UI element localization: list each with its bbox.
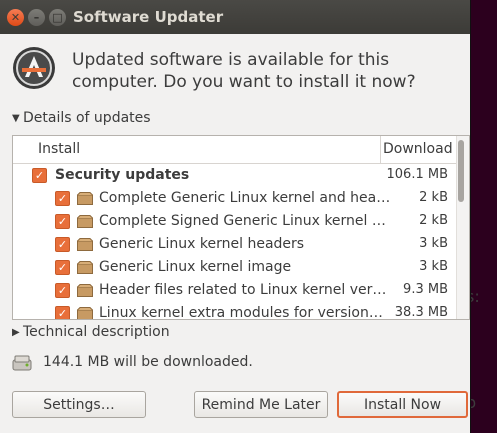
update-checkbox[interactable]: ✓ [55, 260, 70, 275]
list-header: Install Download [13, 136, 456, 164]
group-size: 106.1 MB [386, 167, 448, 182]
update-checkbox[interactable]: ✓ [55, 214, 70, 229]
technical-expander-label: Technical description [23, 324, 170, 340]
close-icon[interactable]: ✕ [7, 9, 24, 26]
package-icon [77, 215, 93, 228]
details-expander[interactable]: ▼ Details of updates [12, 110, 151, 126]
scrollbar-thumb[interactable] [458, 140, 464, 202]
settings-button[interactable]: Settings… [12, 391, 146, 418]
update-name: Complete Signed Generic Linux kernel … [99, 213, 386, 229]
update-row[interactable]: ✓ Linux kernel extra modules for version… [13, 302, 456, 320]
update-name: Generic Linux kernel headers [99, 236, 305, 252]
update-name: Header files related to Linux kernel ver… [99, 282, 387, 298]
update-row[interactable]: ✓ Generic Linux kernel headers 3 kB [13, 233, 456, 256]
update-row[interactable]: ✓ Complete Signed Generic Linux kernel …… [13, 210, 456, 233]
update-row[interactable]: ✓ Header files related to Linux kernel v… [13, 279, 456, 302]
update-checkbox[interactable]: ✓ [55, 306, 70, 319]
technical-expander[interactable]: ▶ Technical description [12, 324, 170, 340]
collapsed-triangle-icon: ▶ [12, 326, 20, 338]
titlebar: ✕ – □ Software Updater [0, 0, 470, 34]
minimize-icon[interactable]: – [28, 9, 45, 26]
update-name: Linux kernel extra modules for version… [99, 305, 383, 320]
software-updater-window: ✕ – □ Software Updater Updated software … [0, 0, 471, 433]
update-name: Generic Linux kernel image [99, 259, 292, 275]
update-size: 38.3 MB [394, 305, 448, 320]
package-icon [77, 238, 93, 251]
update-size: 2 kB [419, 213, 448, 228]
updates-list[interactable]: Install Download ✓ Security updates 106.… [12, 135, 470, 320]
details-expander-label: Details of updates [23, 110, 151, 126]
package-icon [77, 307, 93, 319]
window-title: Software Updater [73, 8, 224, 26]
update-checkbox[interactable]: ✓ [55, 283, 70, 298]
group-row-security[interactable]: ✓ Security updates 106.1 MB [13, 164, 456, 187]
expanded-triangle-icon: ▼ [12, 112, 20, 124]
install-now-button[interactable]: Install Now [337, 391, 468, 418]
package-icon [77, 284, 93, 297]
update-size: 3 kB [419, 259, 448, 274]
group-label: Security updates [55, 167, 190, 183]
download-summary: 144.1 MB will be downloaded. [43, 354, 253, 370]
disk-icon [12, 355, 32, 371]
update-size: 3 kB [419, 236, 448, 251]
maximize-icon[interactable]: □ [49, 9, 66, 26]
update-size: 2 kB [419, 190, 448, 205]
update-row[interactable]: ✓ Generic Linux kernel image 3 kB [13, 256, 456, 279]
column-download[interactable]: Download [383, 141, 453, 157]
group-checkbox[interactable]: ✓ [32, 168, 47, 183]
update-size: 9.3 MB [403, 282, 448, 297]
package-icon [77, 192, 93, 205]
update-name: Complete Generic Linux kernel and hea… [99, 190, 389, 206]
update-row[interactable]: ✓ Complete Generic Linux kernel and hea…… [13, 187, 456, 210]
update-checkbox[interactable]: ✓ [55, 191, 70, 206]
remind-me-later-button[interactable]: Remind Me Later [194, 391, 328, 418]
update-message: Updated software is available for this c… [72, 50, 416, 92]
column-install[interactable]: Install [38, 141, 80, 157]
package-icon [77, 261, 93, 274]
update-checkbox[interactable]: ✓ [55, 237, 70, 252]
software-updater-icon [13, 47, 55, 89]
